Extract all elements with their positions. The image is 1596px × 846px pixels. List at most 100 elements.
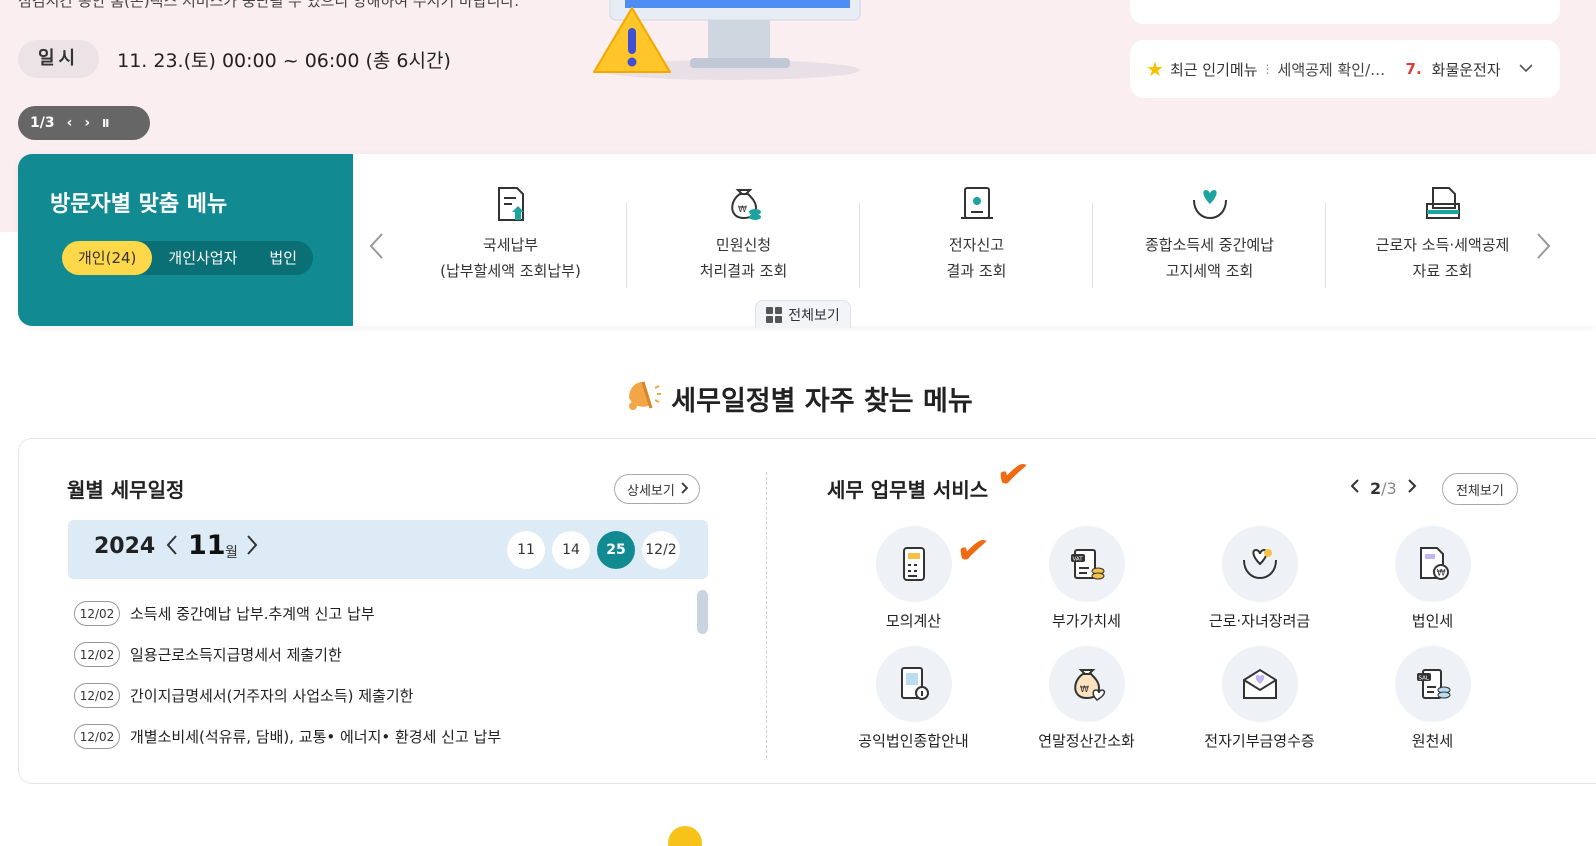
folder-document-icon: [1425, 187, 1460, 219]
service-next-button[interactable]: [1407, 478, 1417, 499]
visitor-type-tabs: 개인(24) 개인사업자 법인: [62, 241, 314, 275]
chevron-down-icon[interactable]: [1519, 61, 1533, 77]
month-next-button[interactable]: [246, 534, 258, 562]
check-mark-annotation: ✔: [992, 449, 1033, 501]
calendar-bar: 2024 11 월 11 14 25 12/2: [68, 520, 708, 579]
public-building-icon: [900, 667, 929, 700]
visitor-menu-header: 방문자별 맞춤 메뉴 개인(24) 개인사업자 법인: [18, 154, 353, 326]
schedule-item[interactable]: 12/02 소득세 중간예납 납부.추계액 신고 납부: [74, 593, 684, 634]
banner-page-indicator: 1/3: [30, 115, 55, 131]
service-item-public-corp[interactable]: 공익법인종합안내: [827, 646, 1000, 760]
visitor-next-arrow[interactable]: [1536, 232, 1552, 267]
service-view-all-button[interactable]: 전체보기: [1442, 473, 1518, 505]
popular-menu-current-item[interactable]: 화물운전자: [1432, 59, 1501, 80]
visitor-item-tax-payment[interactable]: 국세납부 (납부할세액 조회납부): [394, 154, 627, 326]
service-label: 부가가치세: [1051, 612, 1121, 630]
right-panel-top: [1130, 0, 1560, 24]
notice-text: 점검시간 동안 홈(손)택스 서비스가 중단될 수 있으니 양해하여 주시기 바…: [18, 0, 519, 10]
visitor-item-worker-deduction[interactable]: 근로자 소득·세액공제 자료 조회: [1326, 154, 1559, 326]
banner-prev-button[interactable]: ‹: [67, 115, 73, 131]
corporate-tax-icon: ₩: [1419, 547, 1449, 580]
banner-pause-button[interactable]: II: [102, 117, 109, 130]
visitor-item-e-filing[interactable]: 전자신고 결과 조회: [860, 154, 1093, 326]
popular-menu-label: 최근 인기메뉴: [1169, 60, 1258, 79]
day-button[interactable]: 11: [507, 531, 545, 569]
schedule-value: 11. 23.(토) 00:00 ~ 06:00 (총 6시간): [117, 49, 451, 72]
svg-text:₩: ₩: [1436, 569, 1445, 579]
service-item-vat[interactable]: VAT 부가가치세: [1000, 526, 1173, 640]
visitor-item-line1: 국세납부: [482, 236, 539, 254]
service-icon-bg: SAL: [1394, 646, 1471, 722]
service-label: 원천세: [1411, 732, 1454, 750]
service-pager: 2/3: [1350, 478, 1417, 499]
banner-pager: 1/3 ‹ › II: [18, 106, 150, 140]
schedule-date-badge: 12/02: [74, 724, 120, 749]
service-page-current: 2: [1370, 479, 1382, 498]
visitor-item-line2: (납부할세액 조회납부): [440, 262, 581, 280]
tab-sole-proprietor[interactable]: 개인사업자: [152, 241, 253, 275]
popular-menu-ticker[interactable]: ★ 최근 인기메뉴 ⋮ 세액공제 확인/변경 7. 화물운전자: [1130, 40, 1560, 98]
service-icon-bg: [875, 526, 952, 602]
service-section-title: 세무 업무별 서비스: [827, 478, 989, 502]
month-prev-button[interactable]: [166, 534, 178, 562]
schedule-item[interactable]: 12/02 간이지급명세서(거주자의 사업소득) 제출기한: [74, 675, 684, 716]
schedule-item[interactable]: 12/02 개별소비세(석유류, 담배), 교통• 에너지• 환경세 신고 납부: [74, 716, 684, 757]
service-label: 근로·자녀장려금: [1208, 612, 1311, 630]
schedule-date-badge: 12/02: [74, 642, 120, 667]
ticker-separator-icon: ⋮: [1261, 62, 1274, 76]
chevron-right-icon: [681, 480, 689, 498]
schedule-text: 일용근로소득지급명세서 제출기한: [130, 646, 342, 664]
service-label: 공익법인종합안내: [858, 732, 969, 750]
grid-icon: [766, 306, 783, 323]
calendar-month-unit: 월: [225, 545, 238, 561]
calculator-icon: [902, 547, 925, 581]
service-item-year-end-settlement[interactable]: ₩ 연말정산간소화: [1000, 646, 1173, 760]
service-prev-button[interactable]: [1350, 478, 1360, 499]
svg-text:₩: ₩: [1080, 685, 1089, 695]
bell-icon: [623, 376, 663, 422]
service-item-withholding-tax[interactable]: SAL 원천세: [1346, 646, 1519, 760]
visitor-item-interim-prepayment[interactable]: 종합소득세 중간예납 고지세액 조회: [1093, 154, 1326, 326]
tab-individual[interactable]: 개인(24): [62, 241, 153, 275]
schedule-day-list: 11 14 25 12/2: [507, 531, 680, 569]
schedule-item[interactable]: 12/02 일용근로소득지급명세서 제출기한: [74, 634, 684, 675]
schedule-date-badge: 12/02: [74, 601, 120, 626]
tab-corporation[interactable]: 법인: [253, 241, 313, 275]
service-item-corporate-tax[interactable]: ₩ 법인세: [1346, 526, 1519, 640]
visitor-menu-items: 국세납부 (납부할세액 조회납부) ₩ 민원신청 처리결과 조회 전자신고 결과…: [394, 154, 1560, 326]
day-button[interactable]: 12/2: [642, 531, 680, 569]
popular-menu-prev-item[interactable]: 세액공제 확인/변경: [1278, 59, 1386, 80]
service-icon-bg: ₩: [1048, 646, 1125, 722]
visitor-prev-arrow[interactable]: [368, 232, 384, 267]
e-filing-icon: [960, 187, 993, 219]
schedule-scrollbar[interactable]: [697, 590, 708, 634]
visitor-item-line2: 처리결과 조회: [699, 262, 788, 280]
monthly-schedule-title: 월별 세무일정: [67, 478, 185, 502]
visitor-item-line2: 고지세액 조회: [1165, 262, 1254, 280]
svg-text:SAL: SAL: [1418, 676, 1429, 682]
heart-hands-icon: [1242, 548, 1277, 580]
section-title: 세무일정별 자주 찾는 메뉴: [0, 376, 1596, 422]
check-mark-annotation: ✔: [952, 525, 993, 577]
visitor-item-line1: 전자신고: [948, 236, 1005, 254]
popular-menu-rank: 7.: [1405, 60, 1422, 78]
schedule-text: 소득세 중간예납 납부.추계액 신고 납부: [130, 605, 375, 623]
schedule-detail-button[interactable]: 상세보기: [614, 474, 700, 504]
next-section-icon: [668, 826, 702, 846]
calendar-year: 2024: [94, 534, 156, 559]
day-button-selected[interactable]: 25: [597, 531, 635, 569]
service-item-donation-receipt[interactable]: 전자기부금영수증: [1173, 646, 1346, 760]
service-item-incentive[interactable]: 근로·자녀장려금: [1173, 526, 1346, 640]
view-all-menu-tab[interactable]: 전체보기: [755, 300, 851, 328]
envelope-heart-icon: [1242, 668, 1277, 699]
schedule-list: 12/02 소득세 중간예납 납부.추계액 신고 납부 12/02 일용근로소득…: [74, 593, 684, 757]
banner-next-button[interactable]: ›: [84, 115, 90, 131]
day-button[interactable]: 14: [552, 531, 590, 569]
schedule-label: 일시: [18, 40, 100, 78]
visitor-item-line1: 근로자 소득·세액공제: [1375, 236, 1510, 254]
service-label: 전자기부금영수증: [1204, 732, 1315, 750]
svg-text:₩: ₩: [738, 205, 747, 215]
view-all-label: 전체보기: [788, 307, 840, 324]
maintenance-illustration: [593, 0, 861, 80]
heart-hands-icon: [1192, 190, 1227, 220]
